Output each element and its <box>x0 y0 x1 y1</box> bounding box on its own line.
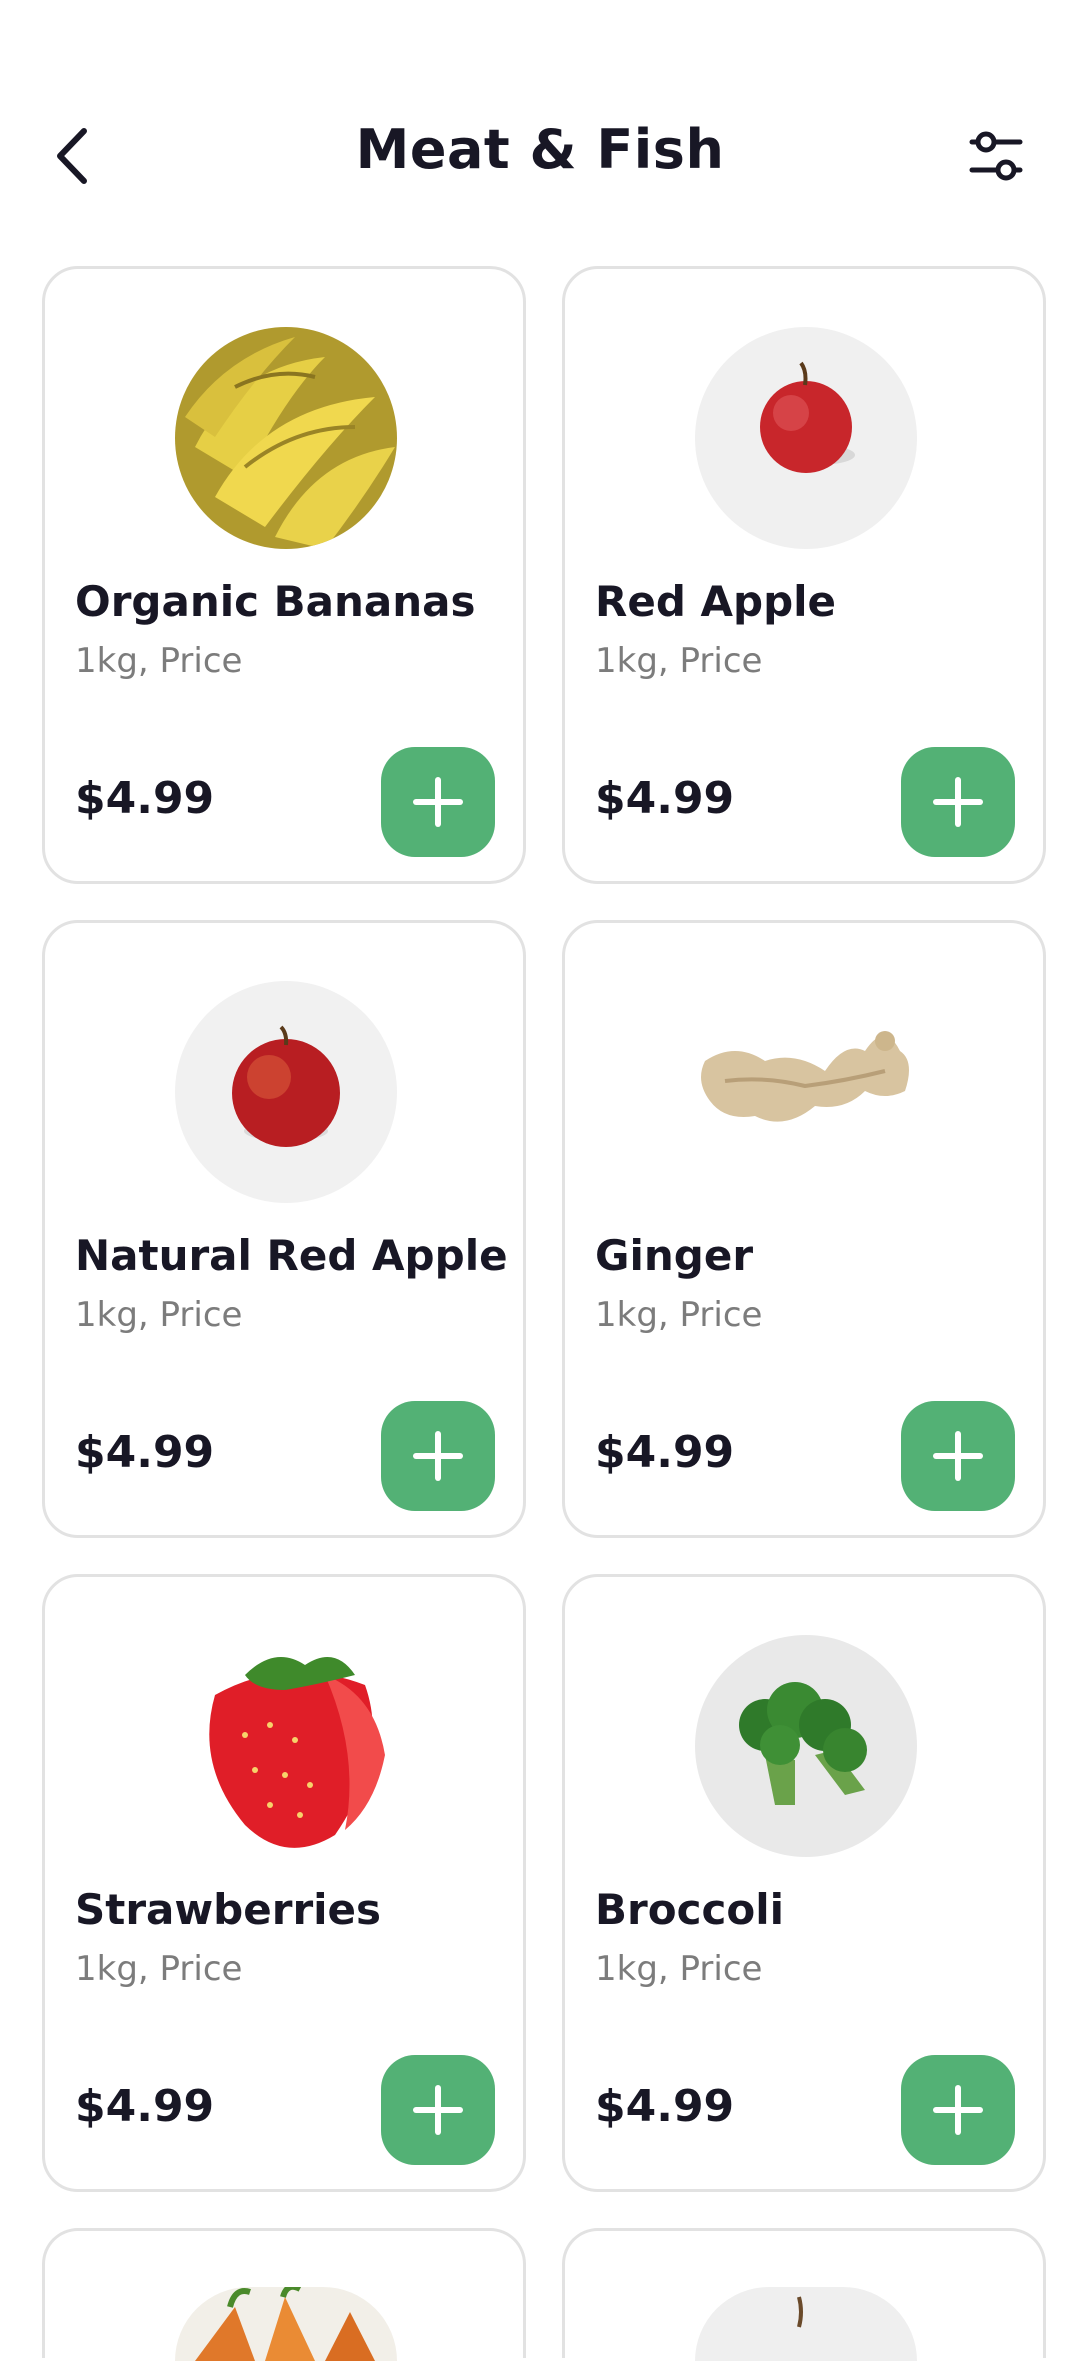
banana-image <box>175 327 397 549</box>
app-header: Meat & Fish <box>0 0 1080 230</box>
product-unit: 1kg, Price <box>595 641 763 681</box>
product-name: Ginger <box>595 1231 754 1280</box>
product-name: Strawberries <box>75 1885 382 1934</box>
product-unit: 1kg, Price <box>75 641 243 681</box>
apple-image <box>695 327 917 549</box>
product-unit: 1kg, Price <box>75 1295 243 1335</box>
product-price: $4.99 <box>595 2081 735 2132</box>
product-price: $4.99 <box>75 773 215 824</box>
product-unit: 1kg, Price <box>595 1295 763 1335</box>
page-title: Meat & Fish <box>355 118 725 181</box>
product-price: $4.99 <box>595 773 735 824</box>
plus-icon <box>933 1431 983 1481</box>
product-card[interactable] <box>562 2228 1046 2361</box>
product-card[interactable]: Ginger 1kg, Price $4.99 <box>562 920 1046 1538</box>
add-to-cart-button[interactable] <box>901 2055 1015 2165</box>
fruit-image <box>695 2287 917 2361</box>
product-price: $4.99 <box>595 1427 735 1478</box>
product-unit: 1kg, Price <box>595 1949 763 1989</box>
product-card[interactable] <box>42 2228 526 2361</box>
product-name: Natural Red Apple <box>75 1231 508 1280</box>
plus-icon <box>933 777 983 827</box>
broccoli-image <box>695 1635 917 1857</box>
product-name: Broccoli <box>595 1885 785 1934</box>
product-price: $4.99 <box>75 2081 215 2132</box>
sliders-icon <box>969 131 1023 181</box>
product-card[interactable]: Strawberries 1kg, Price $4.99 <box>42 1574 526 2192</box>
plus-icon <box>413 1431 463 1481</box>
product-card[interactable]: Natural Red Apple 1kg, Price $4.99 <box>42 920 526 1538</box>
add-to-cart-button[interactable] <box>381 747 495 857</box>
filter-button[interactable] <box>968 128 1024 184</box>
add-to-cart-button[interactable] <box>901 1401 1015 1511</box>
product-card[interactable]: Red Apple 1kg, Price $4.99 <box>562 266 1046 884</box>
product-name: Organic Bananas <box>75 577 476 626</box>
product-grid: Organic Bananas 1kg, Price $4.99 Red App… <box>42 266 1046 2361</box>
strawberry-image <box>175 1635 397 1857</box>
plus-icon <box>413 777 463 827</box>
add-to-cart-button[interactable] <box>381 2055 495 2165</box>
product-name: Red Apple <box>595 577 837 626</box>
product-unit: 1kg, Price <box>75 1949 243 1989</box>
carrot-image <box>175 2287 397 2361</box>
plus-icon <box>933 2085 983 2135</box>
add-to-cart-button[interactable] <box>381 1401 495 1511</box>
add-to-cart-button[interactable] <box>901 747 1015 857</box>
product-card[interactable]: Organic Bananas 1kg, Price $4.99 <box>42 266 526 884</box>
apple-image <box>175 981 397 1203</box>
product-price: $4.99 <box>75 1427 215 1478</box>
ginger-image <box>695 981 917 1203</box>
product-card[interactable]: Broccoli 1kg, Price $4.99 <box>562 1574 1046 2192</box>
plus-icon <box>413 2085 463 2135</box>
